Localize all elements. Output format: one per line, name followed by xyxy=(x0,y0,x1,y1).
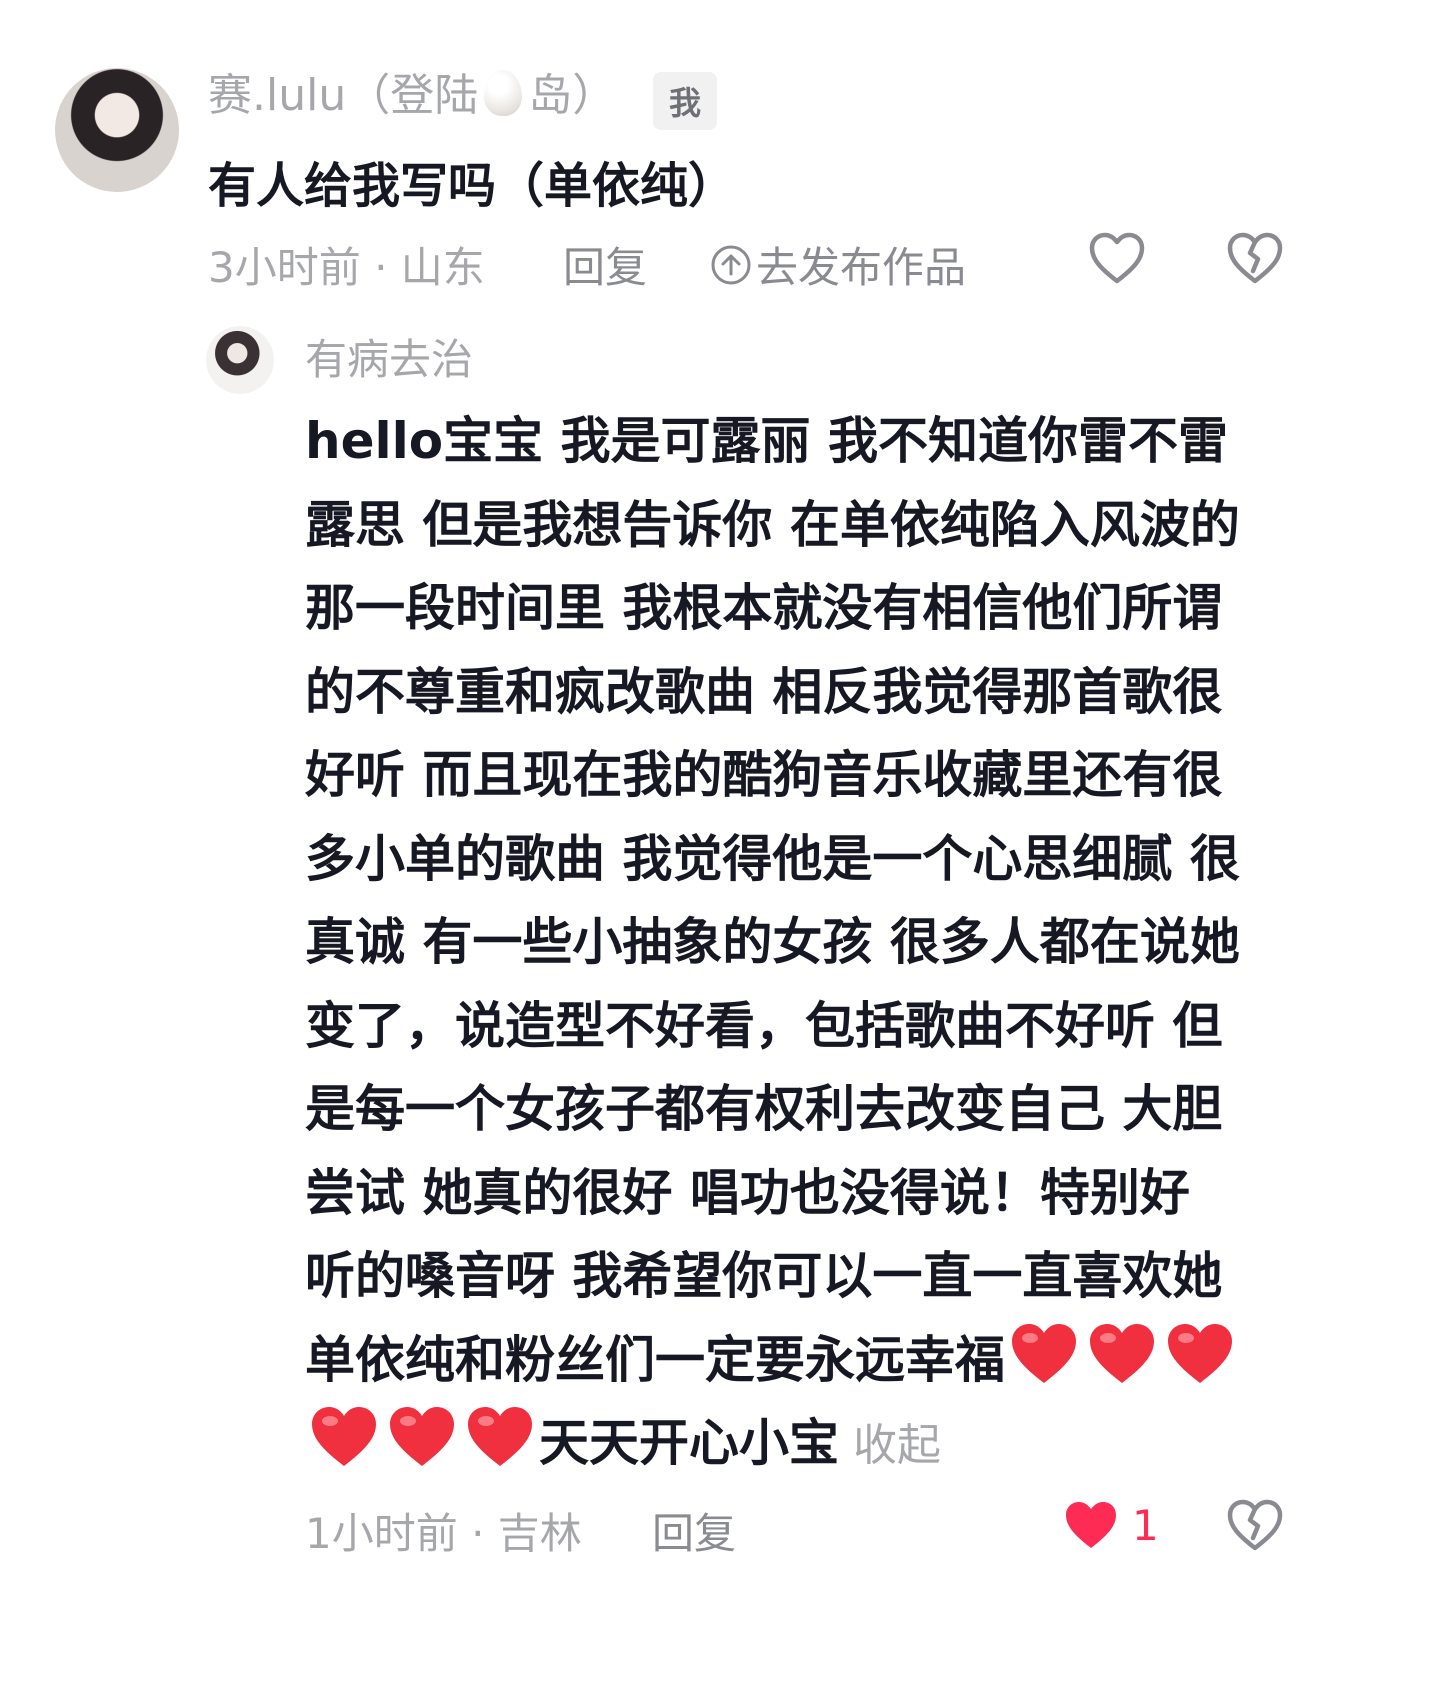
red-heart-emoji-icon xyxy=(1087,1321,1157,1387)
reply-text-line: 那一段时间里 我根本就没有相信他们所谓 xyxy=(305,579,1223,637)
reply-text-fragment: 单依纯和粉丝们一定要永远幸福 xyxy=(305,1330,1005,1389)
reply-text-line: 好听 而且现在我的酷狗音乐收藏里还有很 xyxy=(305,746,1223,804)
reply-text-line: 多小单的歌曲 我觉得他是一个心思细腻 很 xyxy=(305,829,1240,888)
reply-text-line: 的不尊重和疯改歌曲 相反我觉得那首歌很 xyxy=(305,662,1223,721)
comment-author-avatar[interactable] xyxy=(55,68,179,192)
reply-text-line-13: 天天开心小宝 收起 xyxy=(305,1402,1280,1486)
dislike-broken-heart-icon[interactable] xyxy=(1226,231,1284,285)
arrow-up-circle-icon xyxy=(710,244,752,286)
reply-reply-button[interactable]: 回复 xyxy=(652,1500,736,1561)
like-count: 1 xyxy=(1132,1500,1159,1550)
reply-text[interactable]: hello宝宝 我是可露丽 我不知道你雷不雷 露思 但是我想告诉你 在单依纯陷入… xyxy=(305,400,1280,1486)
comment-time-location: 3小时前 · 山东 xyxy=(208,243,485,292)
dislike-broken-heart-icon[interactable] xyxy=(1226,1498,1284,1552)
reply-text-line: 露思 但是我想告诉你 在单依纯陷入风波的 xyxy=(305,495,1240,554)
comment-reply-button[interactable]: 回复 xyxy=(563,234,647,295)
red-heart-emoji-icon xyxy=(465,1404,535,1470)
reply-text-line: 听的嗓音呀 我希望你可以一直一直喜欢她 xyxy=(305,1247,1223,1305)
reply-author-avatar[interactable] xyxy=(206,326,274,394)
comment-author-name-text: 赛.lulu（登陆 xyxy=(208,70,479,121)
comment-author-name-suffix: 岛） xyxy=(528,70,617,121)
collapse-button[interactable]: 收起 xyxy=(853,1420,941,1471)
egg-emoji-icon xyxy=(484,70,523,116)
reply-text-line: 真诚 有一些小抽象的女孩 很多人都在说她 xyxy=(305,913,1240,971)
comment-author-name[interactable]: 赛.lulu（登陆 岛） xyxy=(208,68,616,124)
reply-like-button[interactable]: 1 xyxy=(1062,1498,1159,1552)
red-heart-emoji-icon xyxy=(1009,1321,1079,1387)
reply-text-line: 变了，说造型不好看，包括歌曲不好听 但 xyxy=(305,996,1223,1055)
red-heart-emoji-icon xyxy=(1165,1321,1235,1387)
comment-text[interactable]: 有人给我写吗（单依纯） xyxy=(208,146,736,216)
reply-text-line: 尝试 她真的很好 唱功也没得说！特别好 xyxy=(305,1163,1190,1222)
red-heart-emoji-icon xyxy=(387,1404,457,1470)
reply-time-location: 1小时前 · 吉林 xyxy=(305,1509,582,1558)
reply-author-name[interactable]: 有病去治 xyxy=(305,332,473,388)
me-tag: 我 xyxy=(653,72,718,130)
like-heart-icon[interactable] xyxy=(1088,231,1146,285)
publish-work-label: 去发布作品 xyxy=(756,243,967,292)
red-heart-emoji-icon xyxy=(309,1404,379,1470)
liked-heart-icon xyxy=(1062,1498,1120,1552)
reply-text-fragment: 天天开心小宝 xyxy=(539,1414,839,1472)
reply-text-line: hello宝宝 我是可露丽 我不知道你雷不雷 xyxy=(305,412,1228,470)
reply-text-line: 是每一个女孩子都有权利去改变自己 大胆 xyxy=(305,1080,1223,1138)
reply-text-line-12: 单依纯和粉丝们一定要永远幸福 xyxy=(305,1319,1280,1403)
publish-work-button[interactable]: 去发布作品 xyxy=(710,234,966,295)
